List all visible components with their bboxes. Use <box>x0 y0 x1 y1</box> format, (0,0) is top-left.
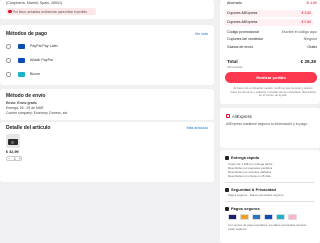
total-value: € 28,39 <box>300 59 316 64</box>
item-details-card: Detalle del artículo Más artículos € 32,… <box>0 122 214 182</box>
coupon-row[interactable]: Cupones AliExpress -€ 0,80 <box>225 19 313 26</box>
payment-method-label: PayPal Pay Later <box>30 44 58 48</box>
payment-method-paypal-later[interactable]: PayPal Pay Later <box>6 41 206 51</box>
shipping-title: Método de envío <box>6 93 46 99</box>
paypal-icon <box>18 57 25 63</box>
address-text: (Chapinería, Madrid, Spain, 28001) <box>6 1 63 5</box>
legal-text: Al hacer clic en Realizar pedido, confir… <box>230 86 316 98</box>
place-order-button[interactable]: Realizar pedido <box>225 72 317 83</box>
item-price: € 32,99 <box>6 150 19 154</box>
product-image[interactable] <box>6 134 20 148</box>
summary-row-seller-coupons[interactable]: Cupones del vendedor Ninguno <box>227 37 317 44</box>
payments-heading: Pagos seguros <box>225 206 260 211</box>
shipping-card: Método de envío Envío: Envío gratis Entr… <box>0 89 214 120</box>
summary-label: Ahorrado <box>227 1 242 5</box>
quantity-value: 1 <box>14 157 16 162</box>
coupon-label: Cupones AliExpress <box>227 11 258 16</box>
warning-icon <box>8 9 12 14</box>
total-subtext: IVA incluido <box>227 65 243 69</box>
paypal-icon <box>18 43 25 49</box>
payment-method-label: Añadir PayPal <box>30 58 53 62</box>
radio-button[interactable] <box>6 58 11 63</box>
security-heading[interactable]: Seguridad & Privacidad <box>225 187 276 192</box>
payment-method-bizum[interactable]: Bizum <box>6 69 206 79</box>
summary-row-shipping: Gastos de envío Gratis <box>227 45 317 52</box>
payment-methods-title: Métodos de pago <box>6 31 48 37</box>
summary-label: Cupones del vendedor <box>227 37 264 41</box>
item-details-title: Detalle del artículo <box>6 125 51 131</box>
divider <box>225 201 315 202</box>
order-summary-card: Ahorrado -€ 4,60 Cupones AliExpress -€ 3… <box>220 0 320 104</box>
coupon-value: -€ 3,80 <box>300 11 311 16</box>
shield-icon <box>225 187 229 192</box>
visa-icon <box>228 214 237 220</box>
summary-value: -€ 4,60 <box>305 1 317 5</box>
summary-label: Gastos de envío <box>227 45 254 49</box>
coupon-row[interactable]: Cupones AliExpress -€ 3,80 <box>225 10 313 17</box>
features-card: Entrega rápida Cupón de 1,20€ por entreg… <box>220 150 320 243</box>
summary-row-saved: Ahorrado -€ 4,60 <box>227 1 317 8</box>
total-label: Total <box>227 59 238 64</box>
quantity-stepper[interactable]: − 1 + <box>6 156 22 161</box>
amex-icon <box>252 214 261 220</box>
klarna-icon <box>288 214 297 220</box>
more-items-link[interactable]: Más artículos <box>187 126 208 130</box>
shipping-delivery-text: Entrega: 26 - 29 de MAR <box>6 106 44 110</box>
summary-label: Código promocional <box>227 30 259 34</box>
summary-row-promo-code[interactable]: Código promocional Escribe el código aqu… <box>227 30 317 37</box>
aliexpress-trust-card: AliExpress AliExpress mantiene seguros t… <box>220 108 320 148</box>
coupon-label: Cupones AliExpress <box>227 20 258 25</box>
card-icon <box>225 206 229 211</box>
address-card: (Chapinería, Madrid, Spain, 28001) Por f… <box>0 0 214 19</box>
shipping-method-text: Envío: Envío gratis <box>6 101 37 105</box>
shipping-courier-text: Courier company: Economy Correos, etc. <box>6 111 69 115</box>
summary-value: Ninguno <box>303 37 317 41</box>
divider <box>225 182 315 183</box>
security-line: Pagos seguros · Datos personales seguros <box>228 193 284 197</box>
bizum-icon <box>18 71 25 77</box>
payment-see-more-link[interactable]: Ver más <box>195 32 208 36</box>
payment-method-label: Bizum <box>30 72 40 76</box>
payments-title: Pagos seguros <box>231 206 260 211</box>
summary-value: Gratis <box>307 45 317 49</box>
truck-icon <box>225 155 229 160</box>
aliexpress-logo-icon <box>226 114 230 118</box>
security-title: Seguridad & Privacidad <box>231 187 276 192</box>
paypal-icon <box>264 214 273 220</box>
aliexpress-description: AliExpress mantiene seguros tu informaci… <box>226 122 308 126</box>
payment-methods-card: Métodos de pago Ver más PayPal Pay Later… <box>0 25 214 85</box>
bizum-icon <box>276 214 285 220</box>
mastercard-icon <box>240 214 249 220</box>
minus-icon[interactable]: − <box>9 157 11 161</box>
address-warning: Por favor, actualiza la dirección para e… <box>6 8 96 15</box>
promo-code-input[interactable]: Escribe el código aquí <box>282 30 317 34</box>
payment-method-paypal[interactable]: Añadir PayPal <box>6 55 206 65</box>
payments-line: Con socios de pago populares, tus datos … <box>228 223 307 231</box>
camera-lens-graphic <box>11 140 15 144</box>
radio-button[interactable] <box>6 44 11 49</box>
warning-text: Por favor, actualiza la dirección para e… <box>13 9 88 14</box>
plus-icon[interactable]: + <box>19 157 21 161</box>
delivery-line: Reembolso si no llega en 15 días <box>228 174 271 178</box>
coupon-value: -€ 0,80 <box>300 20 311 25</box>
radio-button[interactable] <box>6 72 11 77</box>
aliexpress-name: AliExpress <box>232 113 252 119</box>
delivery-title: Entrega rápida <box>231 155 260 160</box>
delivery-heading[interactable]: Entrega rápida <box>225 155 259 160</box>
